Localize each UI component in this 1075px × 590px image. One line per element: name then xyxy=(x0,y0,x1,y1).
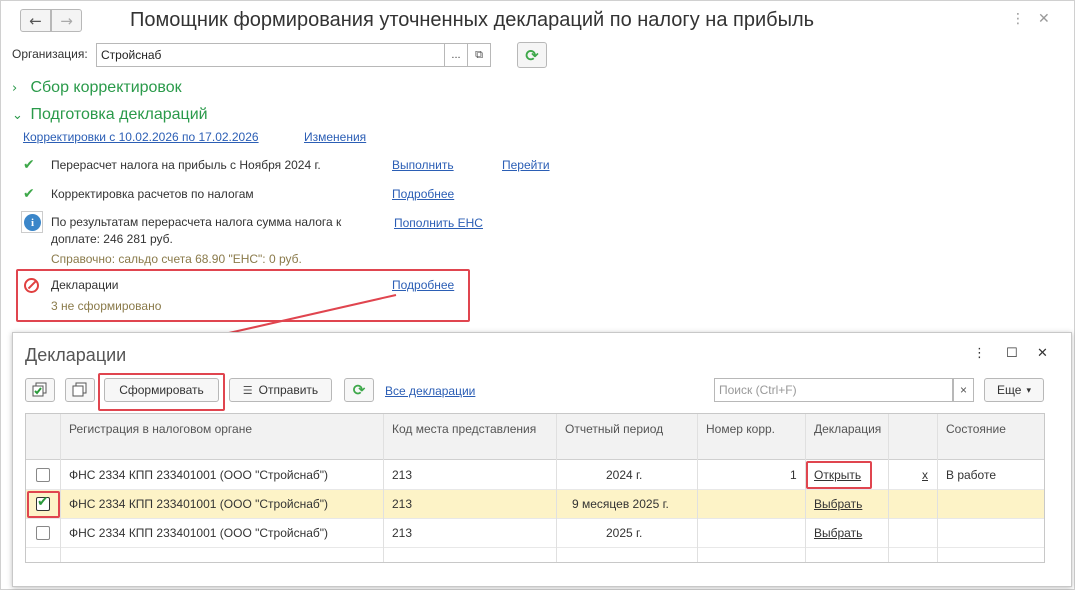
chevron-down-icon: ▾ xyxy=(1026,384,1031,395)
maximize-icon[interactable]: ☐ xyxy=(1006,346,1018,361)
dialog-title: Декларации xyxy=(25,345,127,365)
clear-search-button[interactable]: × xyxy=(953,378,974,402)
column-header[interactable]: Номер корр. xyxy=(706,422,775,436)
column-header[interactable]: Состояние xyxy=(946,422,1006,436)
more-actions-button[interactable]: Еще ▾ xyxy=(984,378,1044,402)
select-declaration-link[interactable]: Выбрать xyxy=(814,526,862,540)
column-divider xyxy=(888,414,889,562)
delete-declaration-link[interactable]: x xyxy=(922,468,928,482)
send-button-label: Отправить xyxy=(258,383,319,397)
highlight-frame xyxy=(806,461,872,489)
refresh-list-button[interactable]: ⟳ xyxy=(344,378,374,402)
code-cell: 213 xyxy=(392,468,413,482)
highlight-frame xyxy=(27,491,60,518)
column-header[interactable]: Декларация xyxy=(814,422,881,436)
state-cell: В работе xyxy=(946,468,997,482)
code-cell: 213 xyxy=(392,526,413,540)
more-actions-label: Еще xyxy=(997,383,1022,397)
column-divider xyxy=(556,414,557,562)
column-divider xyxy=(697,414,698,562)
check-all-icon xyxy=(32,382,47,397)
declarations-table: Регистрация в налоговом органе Код места… xyxy=(25,413,1045,563)
registration-cell: ФНС 2334 КПП 233401001 (ООО "Стройснаб") xyxy=(69,526,329,540)
copy-icon xyxy=(72,382,87,397)
period-cell: 9 месяцев 2025 г. xyxy=(572,497,669,511)
highlight-frame xyxy=(98,373,225,411)
select-all-button[interactable] xyxy=(25,378,55,402)
refresh-icon: ⟳ xyxy=(352,381,366,399)
column-header[interactable]: Код места представления xyxy=(392,422,536,436)
declarations-dialog: Декларации ⋮ ☐ ✕ Сформировать ☰ Отправит… xyxy=(12,332,1072,587)
list-icon: ☰ xyxy=(242,383,253,397)
registration-cell: ФНС 2334 КПП 233401001 (ООО "Стройснаб") xyxy=(69,468,329,482)
column-divider xyxy=(60,414,61,562)
row-checkbox[interactable] xyxy=(36,526,50,540)
assistant-window: ← → Помощник формирования уточненных дек… xyxy=(0,0,1075,590)
table-row[interactable]: ФНС 2334 КПП 233401001 (ООО "Стройснаб")… xyxy=(26,461,1044,490)
search-input[interactable]: Поиск (Ctrl+F) xyxy=(714,378,953,402)
column-divider xyxy=(383,414,384,562)
column-divider xyxy=(937,414,938,562)
column-header[interactable]: Регистрация в налоговом органе xyxy=(69,422,252,436)
table-header: Регистрация в налоговом органе Код места… xyxy=(26,414,1044,460)
all-declarations-link[interactable]: Все декларации xyxy=(385,384,475,398)
code-cell: 213 xyxy=(392,497,413,511)
uncheck-all-button[interactable] xyxy=(65,378,95,402)
close-icon[interactable]: ✕ xyxy=(1037,346,1048,361)
table-row[interactable]: ФНС 2334 КПП 233401001 (ООО "Стройснаб")… xyxy=(26,490,1044,519)
select-declaration-link[interactable]: Выбрать xyxy=(814,497,862,511)
row-checkbox[interactable] xyxy=(36,468,50,482)
table-row[interactable]: ФНС 2334 КПП 233401001 (ООО "Стройснаб")… xyxy=(26,519,1044,548)
column-divider xyxy=(805,414,806,562)
more-icon[interactable]: ⋮ xyxy=(973,346,986,361)
registration-cell: ФНС 2334 КПП 233401001 (ООО "Стройснаб") xyxy=(69,497,329,511)
period-cell: 2025 г. xyxy=(606,526,643,540)
period-cell: 2024 г. xyxy=(606,468,643,482)
send-button[interactable]: ☰ Отправить xyxy=(229,378,332,402)
correction-number-cell: 1 xyxy=(790,468,797,482)
column-header[interactable]: Отчетный период xyxy=(565,422,663,436)
